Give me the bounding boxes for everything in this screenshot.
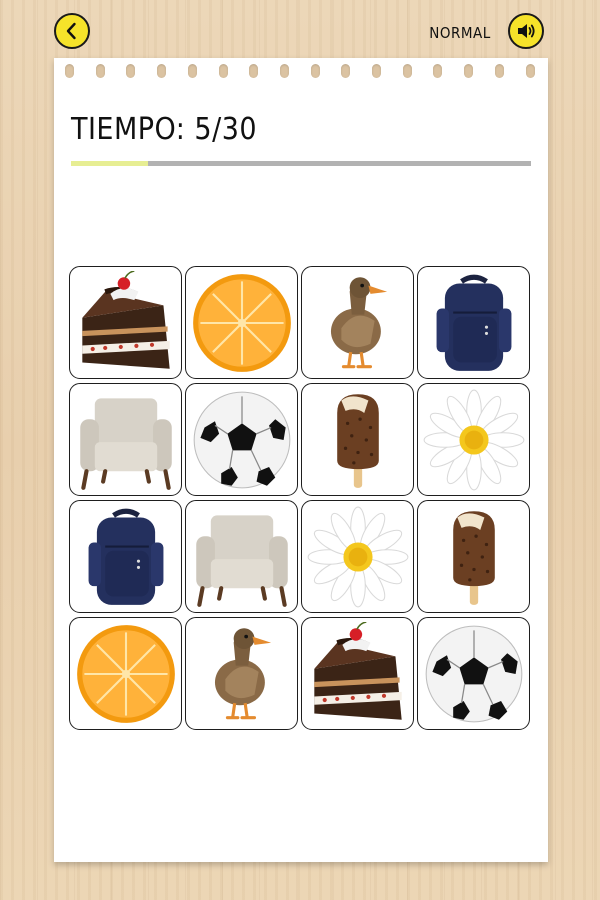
ice-cream-icon bbox=[452, 510, 495, 605]
spiral-hole bbox=[126, 64, 136, 78]
card-ice-cream[interactable] bbox=[301, 383, 414, 496]
card-duck[interactable] bbox=[301, 266, 414, 379]
duck-icon bbox=[214, 627, 271, 719]
cake-icon bbox=[313, 621, 402, 720]
card-duck[interactable] bbox=[185, 617, 298, 730]
spiral-hole bbox=[249, 64, 259, 78]
time-progress-fill bbox=[71, 161, 148, 166]
card-armchair[interactable] bbox=[69, 383, 182, 496]
spiral-hole bbox=[65, 64, 74, 78]
card-armchair[interactable] bbox=[185, 500, 298, 613]
card-ice-cream[interactable] bbox=[417, 500, 530, 613]
spiral-hole bbox=[402, 64, 412, 78]
card-cake[interactable] bbox=[69, 266, 182, 379]
soccer-ball-icon bbox=[193, 391, 290, 488]
spiral-hole bbox=[525, 64, 535, 78]
cake-icon bbox=[81, 270, 170, 369]
orange-icon bbox=[76, 624, 175, 723]
spiral-hole bbox=[494, 64, 504, 78]
spiral-hole bbox=[372, 64, 381, 78]
card-soccer-ball[interactable] bbox=[417, 617, 530, 730]
spiral-hole bbox=[157, 64, 167, 78]
backpack-icon bbox=[436, 274, 511, 371]
spiral-hole bbox=[279, 64, 289, 78]
card-backpack[interactable] bbox=[69, 500, 182, 613]
daisy-icon bbox=[307, 506, 408, 607]
speaker-volume-icon bbox=[518, 24, 535, 38]
card-grid bbox=[69, 266, 531, 730]
card-soccer-ball[interactable] bbox=[185, 383, 298, 496]
chevron-left-icon bbox=[66, 22, 76, 40]
ice-cream-icon bbox=[336, 393, 379, 488]
spiral-hole bbox=[218, 64, 228, 78]
time-progress-bar bbox=[71, 161, 531, 166]
card-cake[interactable] bbox=[301, 617, 414, 730]
daisy-icon bbox=[423, 389, 524, 490]
armchair-icon bbox=[195, 514, 288, 607]
back-button[interactable] bbox=[54, 13, 90, 49]
soccer-ball-icon bbox=[425, 625, 522, 722]
armchair-icon bbox=[79, 397, 172, 490]
orange-icon bbox=[192, 273, 291, 372]
spiral-hole bbox=[95, 64, 105, 78]
card-backpack[interactable] bbox=[417, 266, 530, 379]
spiral-hole bbox=[341, 64, 351, 78]
card-orange[interactable] bbox=[69, 617, 182, 730]
timer-label: TIEMPO: 5/30 bbox=[71, 112, 258, 147]
card-daisy[interactable] bbox=[301, 500, 414, 613]
backpack-icon bbox=[88, 508, 163, 605]
spiral-hole bbox=[310, 64, 320, 78]
duck-icon bbox=[330, 276, 387, 368]
spiral-hole bbox=[464, 64, 474, 78]
spiral-hole bbox=[187, 64, 197, 78]
spiral-hole bbox=[433, 64, 443, 78]
sound-button[interactable] bbox=[508, 13, 544, 49]
difficulty-label: NORMAL bbox=[429, 24, 491, 42]
card-orange[interactable] bbox=[185, 266, 298, 379]
card-daisy[interactable] bbox=[417, 383, 530, 496]
